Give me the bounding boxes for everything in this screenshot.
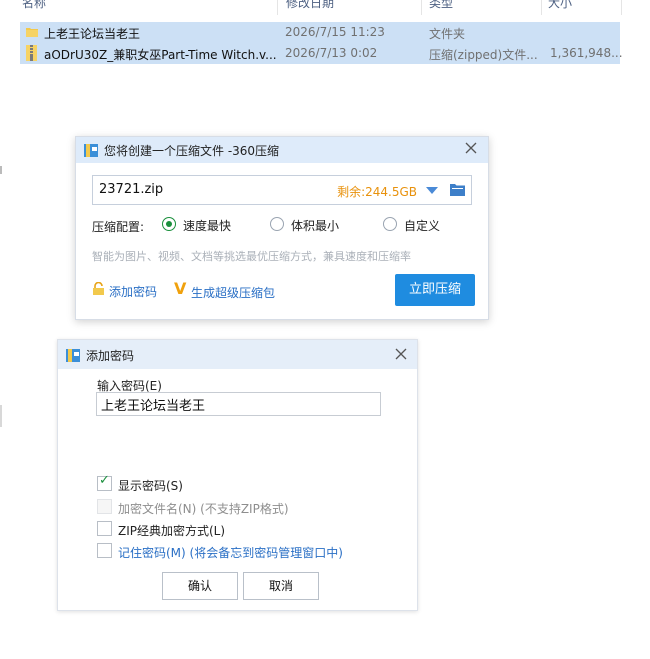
close-icon [465,142,477,154]
checkbox-box [97,543,112,558]
file-name: 上老王论坛当老王 [44,27,141,41]
360-zip-icon [66,349,80,362]
close-button[interactable] [392,346,410,364]
column-size[interactable]: 大小 [548,0,572,11]
column-divider[interactable] [621,0,622,15]
file-size: 1,361,948... [550,46,623,60]
add-password-label: 添加密码 [109,285,158,299]
file-type: 压缩(zipped)文件... [429,48,538,62]
checkbox-label: ZIP经典加密方式(L) [118,524,226,538]
column-name[interactable]: 名称 [22,0,46,11]
password-input[interactable] [96,392,381,416]
360-zip-icon [84,144,98,157]
compress-dialog: 您将创建一个压缩文件 -360压缩 23721.zip 剩余:244.5GB 压… [75,136,489,320]
radio-label: 体积最小 [291,219,340,233]
output-path-field[interactable]: 23721.zip 剩余:244.5GB [92,175,472,205]
close-icon [395,348,407,360]
chevron-down-icon[interactable] [426,187,438,194]
folder-icon [26,28,38,37]
column-divider[interactable] [277,0,278,15]
dialog-title: 添加密码 [86,349,135,363]
file-row-folder[interactable]: 上老王论坛当老王 2026/7/15 11:23 文件夹 [20,22,620,43]
file-row-zip[interactable]: aODrU30Z_兼职女巫Part-Time Witch.v... 2026/7… [20,43,623,64]
checkbox-label: 显示密码(S) [118,479,183,493]
column-type[interactable]: 类型 [429,0,453,11]
checkbox-box [97,521,112,536]
compress-config-label: 压缩配置: [92,220,145,234]
checkbox-label: 记住密码(M) (将会备忘到密码管理窗口中) [118,546,343,560]
radio-label: 自定义 [404,219,441,233]
file-date: 2026/7/13 0:02 [285,46,378,60]
close-button[interactable] [462,140,480,158]
add-password-dialog: 添加密码 输入密码(E) ✓ 显示密码(S) 加密文件名(N) (不支持ZIP格… [57,339,418,611]
file-type: 文件夹 [429,27,466,41]
radio-label: 速度最快 [183,219,232,233]
dialog-titlebar[interactable]: 添加密码 [58,340,417,369]
v-badge-icon: V [174,279,187,298]
file-date: 2026/7/15 11:23 [285,25,385,39]
window-edge [0,405,2,427]
radio-ring [270,217,284,231]
compress-now-button[interactable]: 立即压缩 [395,274,475,306]
column-divider[interactable] [541,0,542,15]
radio-dot [166,221,172,227]
compress-hint: 智能为图片、视频、文档等挑选最优压缩方式，兼具速度和压缩率 [92,250,411,263]
ok-button[interactable]: 确认 [162,572,238,600]
lock-icon [93,282,104,295]
checkbox-box [97,499,112,514]
dialog-titlebar[interactable]: 您将创建一个压缩文件 -360压缩 [76,137,488,163]
column-divider[interactable] [421,0,422,15]
free-space-label: 剩余:244.5GB [337,185,417,199]
window-edge [0,166,2,174]
output-path-value[interactable]: 23721.zip [99,182,163,197]
checkmark-icon: ✓ [99,473,110,488]
file-list-header: 名称 修改日期 类型 大小 [0,0,650,15]
dialog-title: 您将创建一个压缩文件 -360压缩 [104,144,280,158]
cancel-button[interactable]: 取消 [243,572,319,600]
column-date[interactable]: 修改日期 [286,0,334,11]
zip-file-icon [26,45,37,61]
super-archive-label: 生成超级压缩包 [191,286,276,300]
folder-browse-icon[interactable] [450,183,465,196]
file-name: aODrU30Z_兼职女巫Part-Time Witch.v... [44,48,276,62]
checkbox-label: 加密文件名(N) (不支持ZIP格式) [118,502,289,516]
radio-ring [383,217,397,231]
